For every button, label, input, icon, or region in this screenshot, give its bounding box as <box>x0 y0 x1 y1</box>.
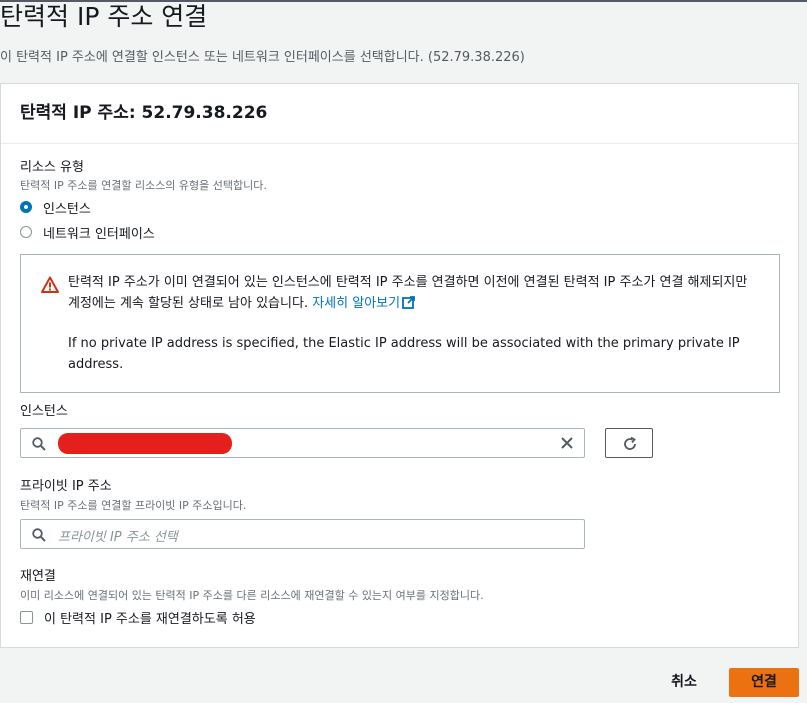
cancel-button[interactable]: 취소 <box>656 668 712 697</box>
private-ip-label: 프라이빗 IP 주소 <box>20 479 112 494</box>
private-ip-description: 탄력적 IP 주소를 연결할 프라이빗 IP 주소입니다. <box>20 499 247 512</box>
learn-more-label: 자세히 알아보기 <box>312 296 401 311</box>
search-icon <box>32 528 46 542</box>
reassociation-description: 이미 리소스에 연결되어 있는 탄력적 IP 주소를 다른 리소스에 재연결할 … <box>20 589 484 602</box>
refresh-icon <box>624 436 636 450</box>
refresh-button[interactable] <box>605 428 653 458</box>
radio-network-interface[interactable]: 네트워크 인터페이스 <box>20 222 155 242</box>
alert-note: If no private IP address is specified, t… <box>68 336 740 372</box>
search-icon <box>32 437 46 451</box>
instance-label: 인스턴스 <box>20 404 68 419</box>
reassociation-label: 재연결 <box>20 569 56 584</box>
resource-type-description: 탄력적 IP 주소를 연결할 리소스의 유형을 선택합니다. <box>20 179 267 192</box>
instance-search-input[interactable] <box>20 428 585 458</box>
radio-network-interface-label: 네트워크 인터페이스 <box>43 226 155 242</box>
alert-message: 탄력적 IP 주소가 이미 연결되어 있는 인스턴스에 탄력적 IP 주소를 연… <box>68 272 758 314</box>
private-ip-select[interactable]: 프라이빗 IP 주소 선택 <box>20 519 585 549</box>
warning-alert: 탄력적 IP 주소가 이미 연결되어 있는 인스턴스에 탄력적 IP 주소를 연… <box>20 254 780 393</box>
radio-instance-label: 인스턴스 <box>43 201 91 217</box>
radio-instance-indicator[interactable] <box>20 201 32 213</box>
external-link-icon <box>402 296 415 309</box>
details-panel: 탄력적 IP 주소: 52.79.38.226 리소스 유형 탄력적 IP 주소… <box>0 83 799 648</box>
learn-more-link[interactable]: 자세히 알아보기 <box>312 296 415 311</box>
reassociation-checkbox[interactable]: 이 탄력적 IP 주소를 재연결하도록 허용 <box>20 608 256 627</box>
radio-instance[interactable]: 인스턴스 <box>20 197 91 217</box>
associate-button[interactable]: 연결 <box>729 668 799 697</box>
radio-network-interface-indicator[interactable] <box>20 226 32 238</box>
panel-title: 탄력적 IP 주소: 52.79.38.226 <box>20 103 268 123</box>
resource-type-label: 리소스 유형 <box>20 160 84 175</box>
page-description: 이 탄력적 IP 주소에 연결할 인스턴스 또는 네트워크 인터페이스를 선택합… <box>0 50 525 65</box>
reassociation-checkbox-label: 이 탄력적 IP 주소를 재연결하도록 허용 <box>44 611 256 627</box>
page-title: 탄력적 IP 주소 연결 <box>0 2 208 31</box>
reassociation-checkbox-box[interactable] <box>20 610 33 624</box>
panel-header: 탄력적 IP 주소: 52.79.38.226 <box>1 84 798 144</box>
clear-icon[interactable] <box>560 436 574 450</box>
private-ip-placeholder: 프라이빗 IP 주소 선택 <box>58 530 178 545</box>
redacted-instance-value <box>58 433 232 454</box>
warning-icon <box>41 276 59 293</box>
